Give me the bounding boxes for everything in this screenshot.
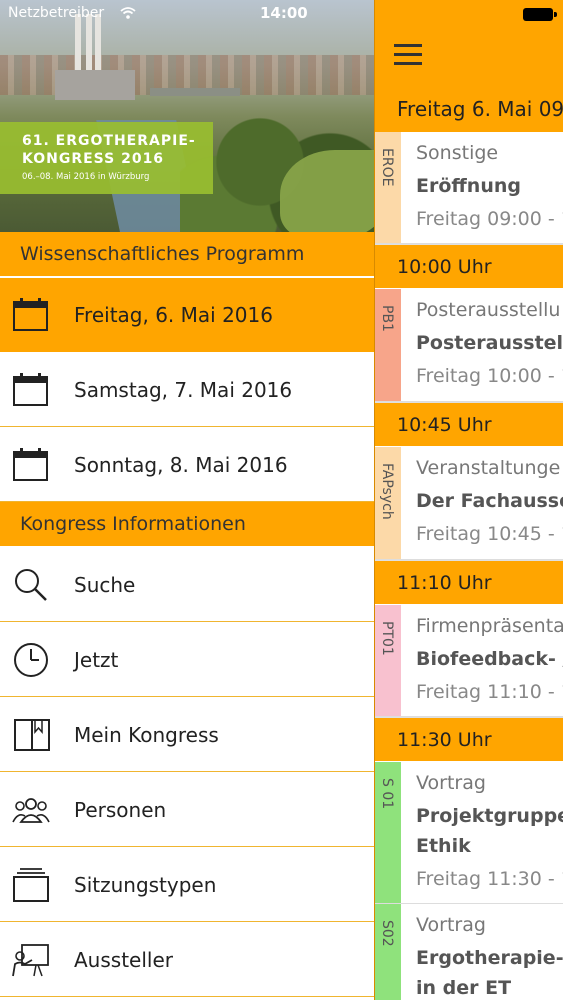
session-type: Sonstige	[416, 142, 499, 164]
session-title-line2: in der ET	[416, 977, 512, 999]
time-header: 11:10 Uhr	[375, 560, 563, 604]
sidebar-item-search[interactable]: Suche	[0, 548, 374, 622]
wifi-icon	[120, 7, 136, 19]
presenter-icon	[12, 944, 49, 977]
time-header: 11:30 Uhr	[375, 717, 563, 761]
session-time: Freitag 11:10 - 1	[416, 681, 563, 703]
session-code: PB1	[379, 305, 395, 332]
session-card[interactable]: EROE Sonstige Eröffnung Freitag 09:00 - …	[375, 132, 563, 244]
sidebar-item-label: Sitzungstypen	[74, 873, 217, 897]
session-code-tag: PB1	[375, 289, 401, 401]
sidebar-item-saturday[interactable]: Samstag, 7. Mai 2016	[0, 353, 374, 427]
session-card[interactable]: S 01 Vortrag Projektgruppe Ethik Freitag…	[375, 762, 563, 904]
session-type: Posterausstellu	[416, 299, 561, 321]
sidebar-item-label: Samstag, 7. Mai 2016	[74, 378, 293, 402]
congress-dates: 06.–08. Mai 2016 in Würzburg	[22, 172, 150, 182]
time-header: 10:00 Uhr	[375, 244, 563, 288]
session-title: Ergotherapie-F	[416, 947, 563, 969]
session-time: Freitag 10:45 - 1	[416, 523, 563, 545]
session-type: Firmenpräsenta	[416, 615, 563, 637]
carrier-name: Netzbetreiber	[8, 5, 105, 21]
clock-icon	[14, 643, 48, 677]
calendar-icon	[13, 298, 48, 331]
congress-title-line1: 61. ERGOTHERAPIE-	[22, 133, 196, 149]
session-code-tag: S02	[375, 904, 401, 1000]
session-title: Der Fachausso	[416, 490, 563, 512]
session-time: Freitag 11:30 - 1	[416, 868, 563, 890]
sidebar-item-sunday[interactable]: Sonntag, 8. Mai 2016	[0, 428, 374, 502]
calendar-icon	[13, 448, 48, 481]
session-card[interactable]: PB1 Posterausstellu Posterausstell Freit…	[375, 289, 563, 402]
session-time: Freitag 10:00 - 1	[416, 365, 563, 387]
sidebar-item-label: Sonntag, 8. Mai 2016	[74, 453, 288, 477]
session-title: Biofeedback- /	[416, 648, 563, 670]
session-code: EROE	[379, 148, 395, 187]
sidebar-item-label: Jetzt	[74, 648, 119, 672]
session-code-tag: PT01	[375, 605, 401, 716]
sidebar-item-exhibitors[interactable]: Aussteller	[0, 923, 374, 997]
session-time: Freitag 09:00 - 1	[416, 208, 563, 230]
time-header: 10:45 Uhr	[375, 402, 563, 446]
congress-title-banner: 61. ERGOTHERAPIE- KONGRESS 2016 06.–08. …	[0, 122, 213, 194]
search-icon	[15, 569, 47, 601]
battery-icon	[523, 8, 557, 21]
side-drawer: 61. ERGOTHERAPIE- KONGRESS 2016 06.–08. …	[0, 0, 374, 1000]
session-card[interactable]: PT01 Firmenpräsenta Biofeedback- / Freit…	[375, 605, 563, 717]
session-type: Vortrag	[416, 772, 486, 794]
sidebar-item-label: Mein Kongress	[74, 723, 219, 747]
stack-icon	[13, 868, 49, 902]
session-code: FAPsych	[379, 463, 395, 520]
status-time: 14:00	[260, 4, 308, 22]
section-header-program: Wissenschaftliches Programm	[0, 232, 374, 276]
bookmark-book-icon	[14, 719, 50, 751]
sidebar-item-label: Personen	[74, 798, 167, 822]
session-code-tag: S 01	[375, 762, 401, 903]
session-title: Eröffnung	[416, 175, 521, 197]
sidebar-item-label: Aussteller	[74, 948, 173, 972]
people-icon	[12, 798, 50, 823]
sidebar-item-my-congress[interactable]: Mein Kongress	[0, 698, 374, 772]
section-header-info: Kongress Informationen	[0, 502, 374, 546]
day-header: Freitag 6. Mai 09:	[375, 86, 563, 132]
congress-banner-image: 61. ERGOTHERAPIE- KONGRESS 2016 06.–08. …	[0, 0, 374, 232]
session-type: Veranstaltunge	[416, 457, 561, 479]
session-card[interactable]: FAPsych Veranstaltunge Der Fachausso Fre…	[375, 447, 563, 560]
sidebar-item-label: Freitag, 6. Mai 2016	[74, 303, 273, 327]
session-title-line2: Ethik	[416, 835, 471, 857]
sidebar-item-label: Suche	[74, 573, 136, 597]
status-bar: Netzbetreiber 14:00	[0, 0, 563, 28]
schedule-panel[interactable]: Freitag 6. Mai 09: EROE Sonstige Eröffnu…	[374, 0, 563, 1000]
calendar-icon	[13, 373, 48, 406]
session-type: Vortrag	[416, 914, 486, 936]
sidebar-item-friday[interactable]: Freitag, 6. Mai 2016	[0, 278, 374, 352]
session-title: Projektgruppe	[416, 805, 563, 827]
sidebar-item-session-types[interactable]: Sitzungstypen	[0, 848, 374, 922]
congress-title-line2: KONGRESS 2016	[22, 151, 165, 167]
session-code-tag: EROE	[375, 132, 401, 243]
session-code: S 01	[379, 778, 395, 810]
session-title: Posterausstell	[416, 332, 563, 354]
session-code: S02	[379, 920, 395, 947]
menu-icon[interactable]	[394, 44, 424, 66]
sidebar-item-people[interactable]: Personen	[0, 773, 374, 847]
sidebar-item-now[interactable]: Jetzt	[0, 623, 374, 697]
session-code: PT01	[379, 621, 395, 656]
session-code-tag: FAPsych	[375, 447, 401, 559]
session-card[interactable]: S02 Vortrag Ergotherapie-F in der ET	[375, 904, 563, 1000]
